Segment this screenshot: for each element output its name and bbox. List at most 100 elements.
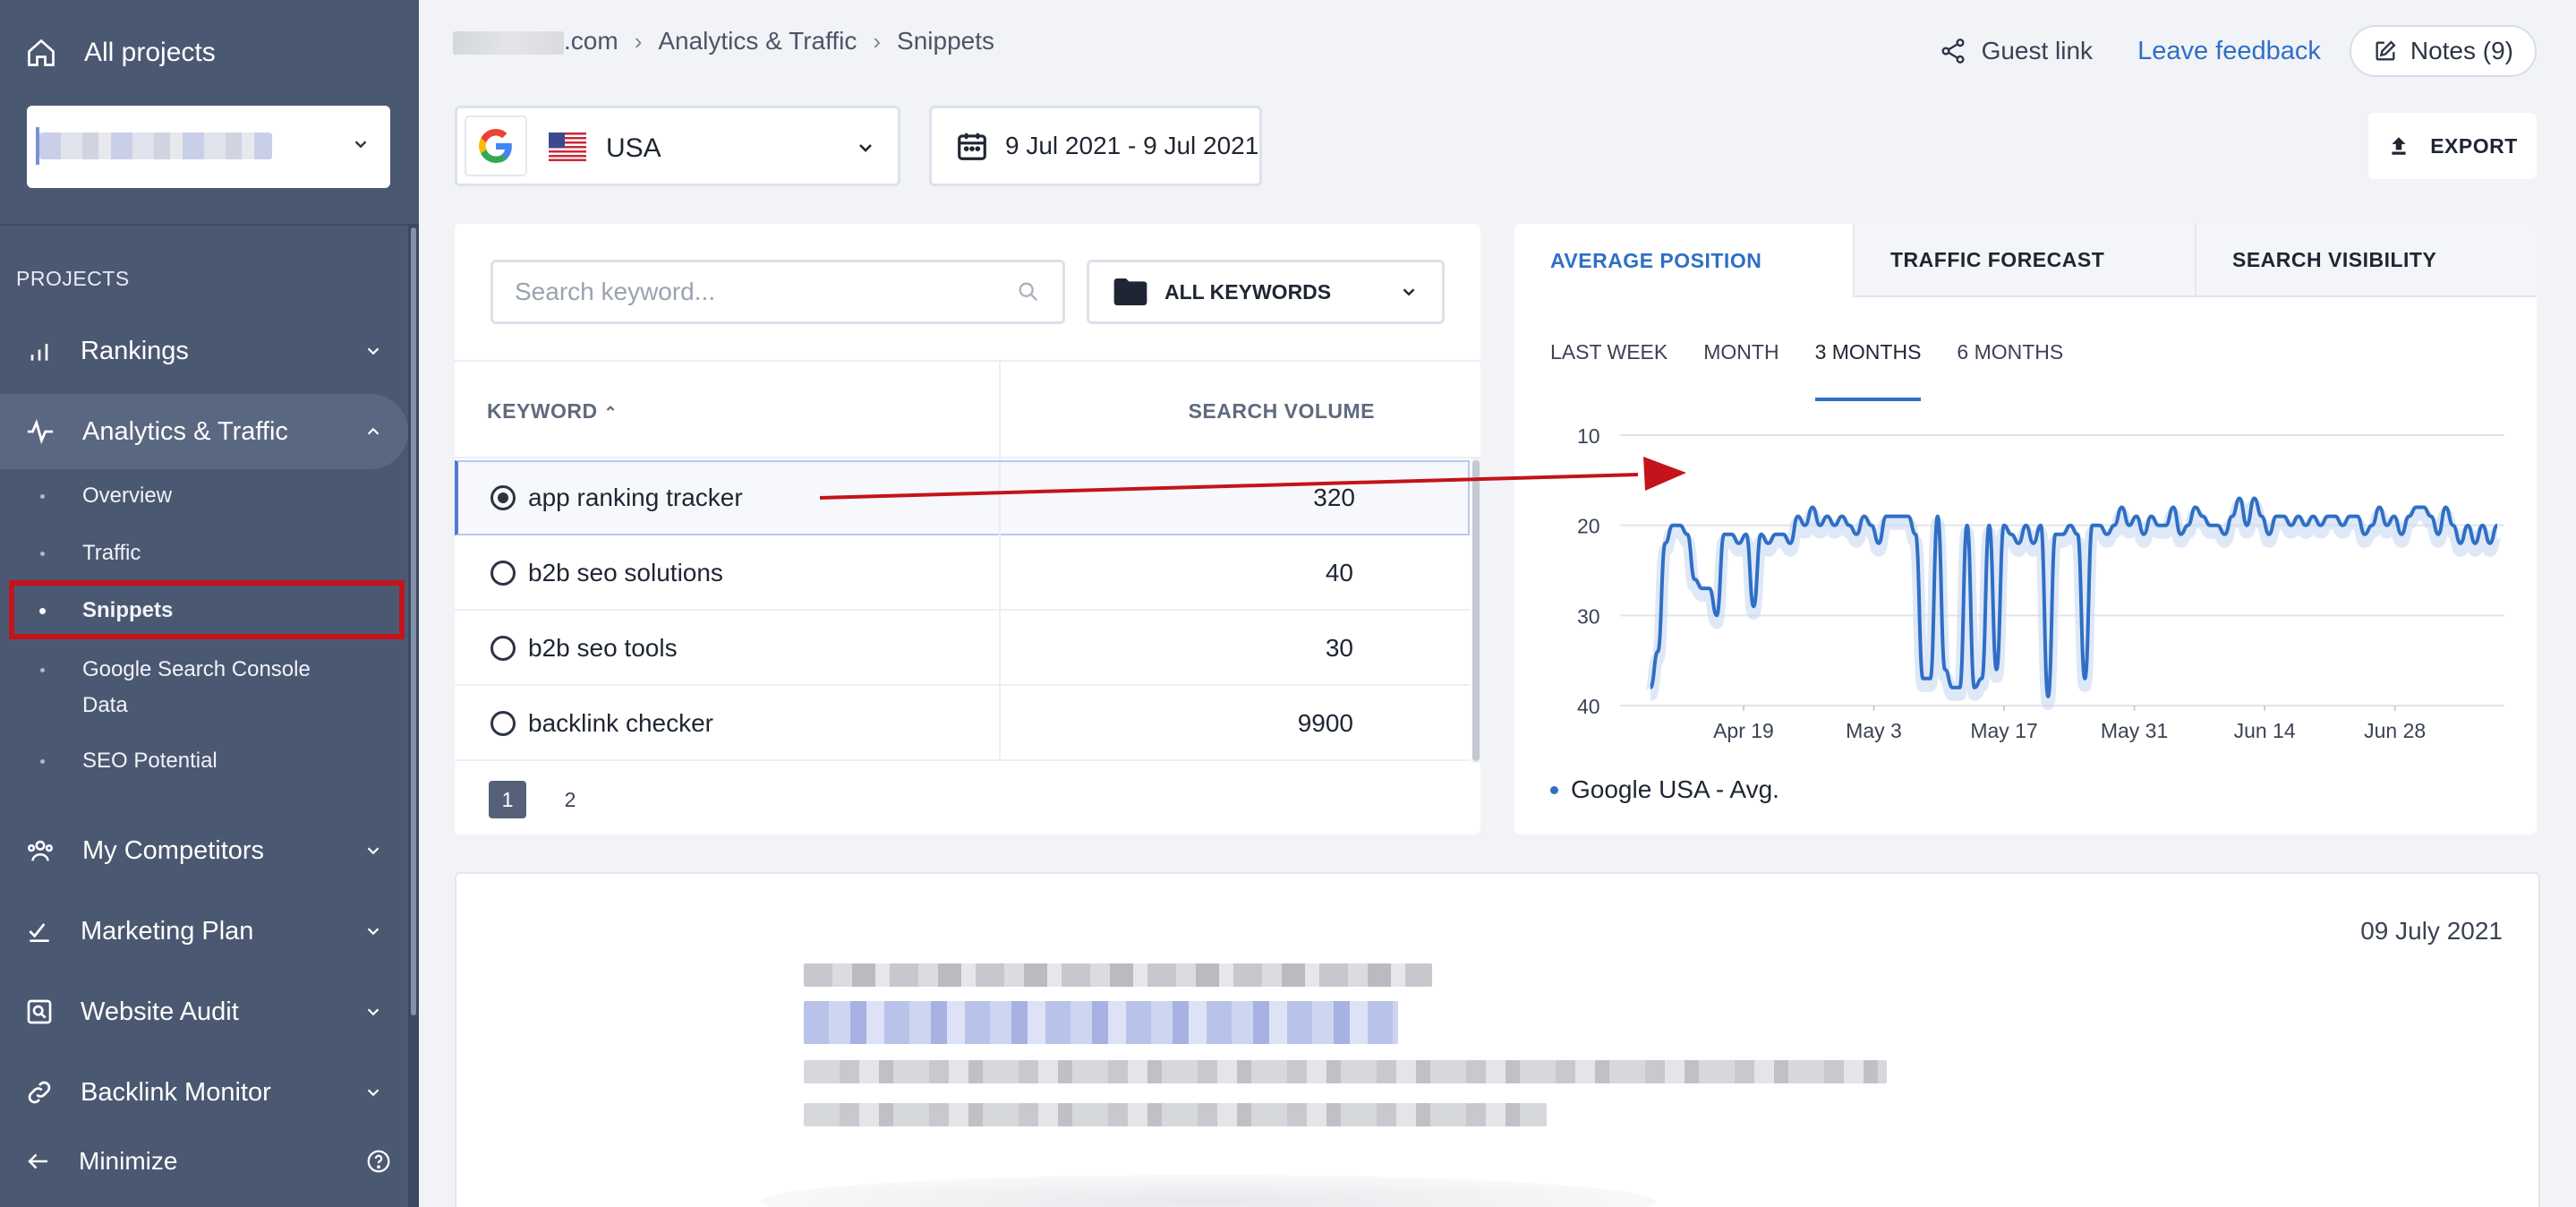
chevron-down-icon — [1403, 288, 1415, 296]
y-tick-label: 40 — [1577, 695, 1600, 718]
subitem-label: Google Search Console Data — [82, 657, 311, 717]
bullet — [40, 494, 45, 499]
folder-icon — [1113, 278, 1147, 305]
breadcrumb-section[interactable]: Analytics & Traffic — [658, 27, 857, 56]
subitem-label: Traffic — [82, 541, 141, 565]
chart-card: AVERAGE POSITION TRAFFIC FORECAST SEARCH… — [1514, 224, 2537, 835]
leave-feedback-link[interactable]: Leave feedback — [2137, 37, 2321, 66]
x-tick-label: Jun 14 — [2234, 719, 2296, 742]
sidebar-item-rankings[interactable]: Rankings — [0, 313, 408, 389]
home-icon — [28, 39, 55, 66]
row-radio[interactable] — [490, 636, 516, 661]
country-select[interactable]: USA — [455, 106, 900, 186]
bullet — [40, 552, 45, 556]
bar-chart-icon — [30, 344, 48, 361]
keyword-group-select[interactable]: ALL KEYWORDS — [1087, 260, 1445, 324]
annotation-highlight-box — [9, 580, 405, 639]
project-select[interactable] — [27, 106, 390, 188]
us-flag-icon — [549, 133, 586, 161]
chevron-down-icon — [367, 1089, 380, 1097]
table-row[interactable]: b2b seo tools 30 — [455, 611, 1470, 686]
arrow-left-icon — [28, 1153, 47, 1169]
sidebar-subitem-gsc-data[interactable]: Google Search Console Data — [0, 652, 358, 723]
help-icon[interactable] — [365, 1148, 392, 1175]
table-scrollbar[interactable] — [1471, 458, 1480, 763]
sidebar-item-marketing-plan[interactable]: Marketing Plan — [0, 894, 408, 969]
notes-button[interactable]: Notes (9) — [2349, 25, 2537, 77]
date-range-picker[interactable]: 9 Jul 2021 - 9 Jul 2021 — [929, 106, 1262, 186]
sort-asc-icon: ⌃ — [603, 404, 618, 422]
snippet-url-redacted — [804, 963, 1432, 987]
row-keyword: b2b seo tools — [528, 634, 678, 662]
audit-icon — [27, 999, 52, 1024]
minimize-button[interactable]: Minimize — [25, 1139, 392, 1184]
breadcrumb-domain[interactable]: .com — [453, 27, 618, 56]
row-keyword: backlink checker — [528, 709, 713, 737]
sidebar-item-my-competitors[interactable]: My Competitors — [0, 813, 408, 888]
search-input[interactable]: Search keyword... — [490, 260, 1065, 324]
sidebar-item-website-audit[interactable]: Website Audit — [0, 974, 408, 1049]
search-placeholder: Search keyword... — [515, 278, 716, 305]
y-tick-label: 20 — [1577, 515, 1600, 538]
table-row[interactable]: b2b seo solutions 40 — [455, 535, 1470, 611]
table-row[interactable]: app ranking tracker 320 — [455, 460, 1470, 535]
chevron-up-icon — [367, 427, 380, 435]
chevron-down-icon — [367, 347, 380, 355]
sidebar: All projects PROJECTS Rankings Analytics… — [0, 0, 419, 1207]
sidebar-item-label: Analytics & Traffic — [82, 416, 288, 446]
x-tick-label: Apr 19 — [1713, 719, 1774, 742]
google-logo-icon — [465, 116, 527, 176]
row-radio[interactable] — [490, 485, 516, 510]
y-tick-label: 30 — [1577, 604, 1600, 628]
page-button[interactable]: 2 — [551, 781, 589, 818]
x-tick-label: Jun 28 — [2364, 719, 2426, 742]
page-button[interactable]: 1 — [489, 781, 526, 818]
scroll-thumb[interactable] — [1472, 460, 1480, 761]
all-projects-link[interactable]: All projects — [25, 30, 216, 75]
guest-link-button[interactable]: Guest link — [1939, 37, 2093, 65]
snippet-preview-card: 09 July 2021 — [455, 872, 2540, 1207]
row-volume: 320 — [1313, 484, 1355, 511]
snippet-description-redacted — [804, 1060, 1887, 1083]
link-icon — [28, 1081, 51, 1104]
x-tick-label: May 31 — [2101, 719, 2168, 742]
column-header-search-volume[interactable]: SEARCH VOLUME — [1189, 399, 1375, 424]
sidebar-scrollbar[interactable] — [408, 224, 419, 1207]
sidebar-item-label: Backlink Monitor — [81, 1077, 271, 1107]
chart-legend: Google USA - Avg. — [1550, 775, 1779, 804]
keyword-group-label: ALL KEYWORDS — [1164, 279, 1332, 304]
chevron-down-icon — [859, 144, 872, 152]
divider — [0, 224, 419, 226]
row-radio[interactable] — [490, 561, 516, 586]
breadcrumb-separator-icon: › — [634, 27, 643, 55]
chevron-down-icon — [367, 928, 380, 936]
pulse-icon — [27, 418, 54, 445]
sidebar-subitem-traffic[interactable]: Traffic — [0, 535, 408, 571]
column-divider — [999, 462, 1001, 535]
notes-label: Notes (9) — [2410, 37, 2513, 64]
average-position-chart: 10 20 30 40 Apr 19 May 3 May 17 May 31 Jun 14 Jun… — [1577, 424, 2504, 742]
sidebar-subitem-seo-potential[interactable]: SEO Potential — [0, 743, 408, 779]
column-divider — [999, 686, 1001, 759]
users-icon — [27, 840, 54, 861]
sidebar-item-analytics-traffic[interactable]: Analytics & Traffic — [0, 394, 408, 469]
sidebar-subitem-overview[interactable]: Overview — [0, 478, 408, 514]
breadcrumb-page: Snippets — [897, 27, 995, 55]
chevron-down-icon — [367, 1008, 380, 1016]
chevron-down-icon — [354, 141, 367, 149]
calendar-icon — [958, 133, 986, 160]
domain-suffix: .com — [564, 27, 618, 55]
sidebar-item-backlink-monitor[interactable]: Backlink Monitor — [0, 1055, 408, 1130]
column-header-keyword[interactable]: KEYWORD ⌃ — [487, 399, 618, 424]
country-label: USA — [606, 133, 661, 163]
y-tick-label: 10 — [1577, 424, 1600, 448]
projects-heading: PROJECTS — [16, 267, 130, 290]
all-projects-label: All projects — [84, 38, 216, 67]
table-row[interactable]: backlink checker 9900 — [455, 686, 1470, 761]
scroll-thumb[interactable] — [411, 227, 416, 1015]
sidebar-item-label: Marketing Plan — [81, 916, 254, 946]
row-volume: 30 — [1325, 634, 1353, 662]
decorative-shadow — [761, 1175, 1656, 1207]
row-radio[interactable] — [490, 711, 516, 736]
export-button[interactable]: EXPORT — [2368, 113, 2537, 179]
